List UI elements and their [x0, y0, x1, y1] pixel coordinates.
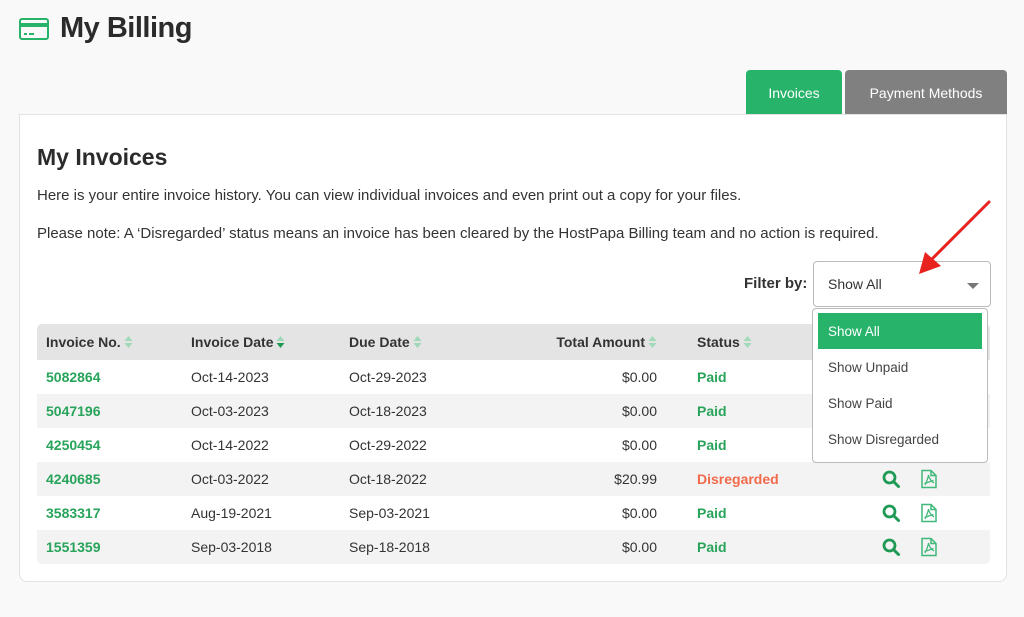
- invoice-number-link[interactable]: 4250454: [46, 437, 101, 453]
- search-icon[interactable]: [881, 503, 901, 523]
- disregarded-note: Please note: A ‘Disregarded’ status mean…: [37, 225, 879, 242]
- table-row: 1551359 Sep-03-2018 Sep-18-2018 $0.00 Pa…: [37, 530, 990, 564]
- due-date: Sep-18-2018: [349, 539, 430, 555]
- column-header-invoice-no[interactable]: Invoice No.: [46, 334, 133, 350]
- filter-option-show-disregarded[interactable]: Show Disregarded: [818, 421, 982, 457]
- table-row: 3583317 Aug-19-2021 Sep-03-2021 $0.00 Pa…: [37, 496, 990, 530]
- chevron-down-icon: [967, 283, 979, 289]
- section-title: My Invoices: [37, 144, 168, 170]
- column-header-invoice-date[interactable]: Invoice Date: [191, 334, 285, 350]
- annotation-arrow-icon: [919, 200, 991, 274]
- page-header: My Billing: [19, 12, 192, 45]
- status-badge: Paid: [697, 369, 727, 385]
- due-date: Oct-29-2023: [349, 369, 427, 385]
- total-amount: $0.00: [621, 403, 657, 419]
- filter-dropdown-menu: Show All Show Unpaid Show Paid Show Disr…: [812, 308, 988, 463]
- due-date: Sep-03-2021: [349, 505, 430, 521]
- row-actions: [881, 537, 939, 557]
- column-header-total-amount[interactable]: Total Amount: [517, 334, 657, 350]
- section-description: Here is your entire invoice history. You…: [37, 187, 742, 204]
- sort-icon: [743, 336, 752, 348]
- filter-selected-value: Show All: [828, 276, 882, 292]
- invoice-date: Oct-03-2022: [191, 471, 269, 487]
- total-amount: $0.00: [621, 505, 657, 521]
- pdf-icon[interactable]: [919, 503, 939, 523]
- billing-tabs: Invoices Payment Methods: [746, 70, 1007, 115]
- status-badge: Paid: [697, 539, 727, 555]
- total-amount: $0.00: [621, 369, 657, 385]
- sort-icon: [413, 336, 422, 348]
- status-badge: Paid: [697, 437, 727, 453]
- sort-icon: [648, 336, 657, 348]
- invoice-number-link[interactable]: 5082864: [46, 369, 101, 385]
- invoice-date: Aug-19-2021: [191, 505, 272, 521]
- tab-payment-methods[interactable]: Payment Methods: [845, 70, 1007, 115]
- column-header-due-date[interactable]: Due Date: [349, 334, 422, 350]
- filter-option-show-paid[interactable]: Show Paid: [818, 385, 982, 421]
- invoice-number-link[interactable]: 3583317: [46, 505, 101, 521]
- sort-desc-icon: [276, 336, 285, 348]
- status-badge: Paid: [697, 505, 727, 521]
- page-title: My Billing: [60, 12, 192, 44]
- search-icon[interactable]: [881, 469, 901, 489]
- due-date: Oct-18-2022: [349, 471, 427, 487]
- invoice-number-link[interactable]: 1551359: [46, 539, 101, 555]
- total-amount: $0.00: [621, 539, 657, 555]
- due-date: Oct-29-2022: [349, 437, 427, 453]
- filter-option-show-all[interactable]: Show All: [818, 313, 982, 349]
- invoice-number-link[interactable]: 5047196: [46, 403, 101, 419]
- column-header-status[interactable]: Status: [697, 334, 752, 350]
- invoice-number-link[interactable]: 4240685: [46, 471, 101, 487]
- filter-label: Filter by:: [744, 275, 808, 292]
- filter-option-show-unpaid[interactable]: Show Unpaid: [818, 349, 982, 385]
- pdf-icon[interactable]: [919, 537, 939, 557]
- total-amount: $0.00: [621, 437, 657, 453]
- invoice-date: Sep-03-2018: [191, 539, 272, 555]
- invoice-date: Oct-14-2023: [191, 369, 269, 385]
- invoice-date: Oct-14-2022: [191, 437, 269, 453]
- pdf-icon[interactable]: [919, 469, 939, 489]
- due-date: Oct-18-2023: [349, 403, 427, 419]
- row-actions: [881, 503, 939, 523]
- tab-invoices[interactable]: Invoices: [746, 70, 842, 115]
- sort-icon: [124, 336, 133, 348]
- credit-card-icon: [19, 17, 49, 40]
- status-badge: Disregarded: [697, 471, 779, 487]
- status-badge: Paid: [697, 403, 727, 419]
- table-row: 4240685 Oct-03-2022 Oct-18-2022 $20.99 D…: [37, 462, 990, 496]
- invoice-date: Oct-03-2023: [191, 403, 269, 419]
- search-icon[interactable]: [881, 537, 901, 557]
- row-actions: [881, 469, 939, 489]
- total-amount: $20.99: [614, 471, 657, 487]
